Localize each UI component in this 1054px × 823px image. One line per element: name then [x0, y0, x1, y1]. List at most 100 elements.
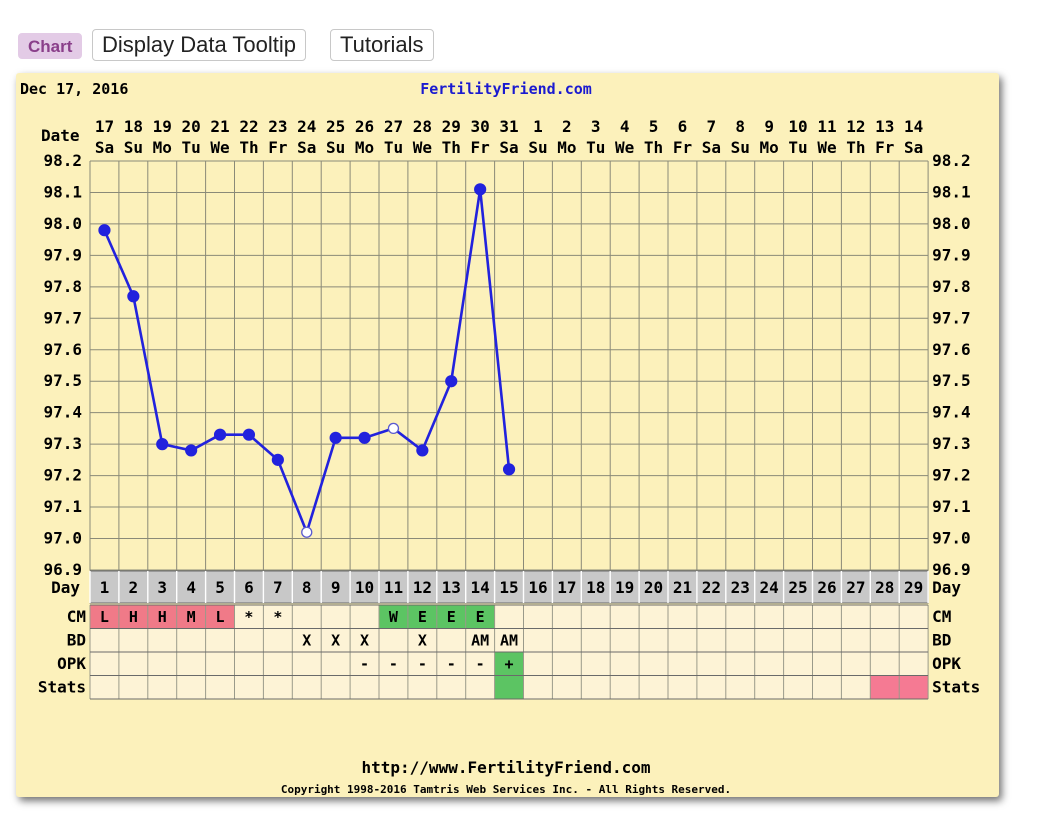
temperature-point[interactable]	[185, 444, 198, 457]
y-tick-left: 97.3	[43, 434, 82, 453]
y-tick-left: 98.2	[43, 151, 82, 170]
date-label: 5	[649, 117, 659, 136]
date-label: 24	[297, 117, 316, 136]
tab-chart[interactable]: Chart	[18, 33, 83, 59]
cycle-day-label: 1	[100, 578, 110, 597]
temperature-point[interactable]	[502, 463, 516, 476]
row-cell-mark: *	[273, 608, 282, 626]
cycle-day-label: 28	[875, 578, 894, 597]
temperature-point[interactable]	[98, 224, 111, 237]
row-label-left: Stats	[38, 678, 86, 697]
tab-tutorials[interactable]: Tutorials	[330, 29, 434, 61]
weekday-label: Su	[124, 138, 143, 157]
row-label-right: Stats	[932, 678, 980, 697]
site-title[interactable]: FertilityFriend.com	[420, 80, 592, 98]
y-tick-right: 97.9	[932, 245, 971, 264]
row-cell-mark: X	[360, 632, 369, 650]
cycle-day-label: 22	[702, 578, 721, 597]
cycle-day-label: 2	[129, 578, 139, 597]
observation-rows: 1 2 3 4 5 6 7 8 9 10 11 12 13 14 15 16 17 18 19 20 21 22 23 24 2…	[38, 570, 980, 700]
date-label: 17	[95, 117, 114, 136]
date-label: 11	[817, 117, 836, 136]
tab-display-data-tooltip[interactable]: Display Data Tooltip	[92, 29, 307, 61]
temperature-point-open[interactable]	[301, 526, 313, 538]
cycle-day-label: 27	[846, 578, 865, 597]
y-tick-left: 98.1	[43, 182, 82, 201]
y-tick-right: 98.0	[932, 214, 971, 233]
temperature-point[interactable]	[445, 375, 458, 388]
temperature-point[interactable]	[156, 438, 169, 451]
footer-copyright: Copyright 1998-2016 Tamtris Web Services…	[281, 783, 731, 796]
row-label-right: OPK	[932, 654, 961, 673]
temperature-point[interactable]	[474, 183, 487, 196]
weekday-label: Th	[846, 138, 865, 157]
date-label: 1	[533, 117, 543, 136]
row-cell-mark: AM	[500, 632, 518, 650]
y-tick-right: 97.5	[932, 371, 971, 390]
weekday-label: Tu	[788, 138, 807, 157]
y-tick-right: 97.4	[932, 403, 971, 422]
date-label: 20	[182, 117, 201, 136]
row-label-left: OPK	[57, 654, 86, 673]
row-cell-mark: E	[447, 608, 456, 626]
row-cell-mark: H	[158, 608, 167, 626]
cycle-day-label: 15	[499, 578, 518, 597]
y-tick-left: 97.6	[43, 340, 82, 359]
y-tick-right: 98.2	[932, 151, 971, 170]
weekday-label: We	[817, 138, 836, 157]
date-label: 9	[764, 117, 774, 136]
cycle-day-label: 19	[615, 578, 634, 597]
temperature-point[interactable]	[213, 428, 227, 441]
date-label: 27	[384, 117, 403, 136]
temperature-axis: 98.2 98.2 98.1 98.1 98.0 98.0 97.9 97.9 97.8 97.8…	[43, 151, 970, 579]
date-label: 19	[153, 117, 172, 136]
temperature-point[interactable]	[271, 453, 284, 466]
row-label-left: BD	[67, 631, 86, 650]
cycle-day-label: 11	[384, 578, 403, 597]
weekday-label: Fr	[471, 138, 490, 157]
y-tick-right: 97.6	[932, 340, 971, 359]
weekday-label: Th	[442, 138, 461, 157]
weekday-label: Mo	[760, 138, 779, 157]
weekday-label: Fr	[268, 138, 287, 157]
weekday-label: Sa	[499, 138, 518, 157]
weekday-label: We	[615, 138, 634, 157]
weekday-label: We	[413, 138, 432, 157]
row-cell-mark: X	[302, 632, 311, 650]
cycle-day-label: 16	[528, 578, 547, 597]
bbt-chart: Dec 17, 2016 FertilityFriend.com Date 17…	[20, 80, 980, 796]
temperature-point[interactable]	[416, 444, 429, 457]
cycle-day-label: 8	[302, 578, 312, 597]
temperature-point[interactable]	[127, 290, 140, 303]
temperature-point[interactable]	[358, 431, 371, 444]
weekday-label: Sa	[702, 138, 721, 157]
date-row-label: Date	[41, 126, 80, 145]
temperature-line	[98, 183, 516, 538]
cycle-day-label: 3	[157, 578, 167, 597]
row-cell-mark: *	[244, 608, 253, 626]
weekday-label: We	[210, 138, 229, 157]
day-row-label-left: Day	[51, 578, 80, 597]
temperature-point[interactable]	[242, 428, 256, 441]
row-cell-mark: E	[418, 608, 427, 626]
temperature-point[interactable]	[329, 431, 342, 444]
weekday-label: Mo	[355, 138, 374, 157]
weekday-label: Sa	[297, 138, 316, 157]
date-label: 12	[846, 117, 865, 136]
row-cell-mark: -	[418, 655, 427, 673]
date-label: 25	[326, 117, 345, 136]
y-tick-right: 97.2	[932, 466, 971, 485]
row-cell-fill	[870, 675, 900, 699]
row-cell-mark: -	[476, 655, 485, 673]
footer-url[interactable]: http://www.FertilityFriend.com	[362, 758, 651, 777]
y-tick-left: 96.9	[43, 560, 82, 579]
weekday-label: Su	[528, 138, 547, 157]
y-tick-left: 97.2	[43, 466, 82, 485]
temperature-point-open[interactable]	[387, 422, 400, 435]
row-cell-mark: -	[360, 655, 369, 673]
row-cell-fill	[899, 675, 929, 699]
date-label: 29	[442, 117, 461, 136]
date-label: 31	[499, 117, 518, 136]
weekday-label: Tu	[182, 138, 201, 157]
y-tick-right: 97.0	[932, 529, 971, 548]
